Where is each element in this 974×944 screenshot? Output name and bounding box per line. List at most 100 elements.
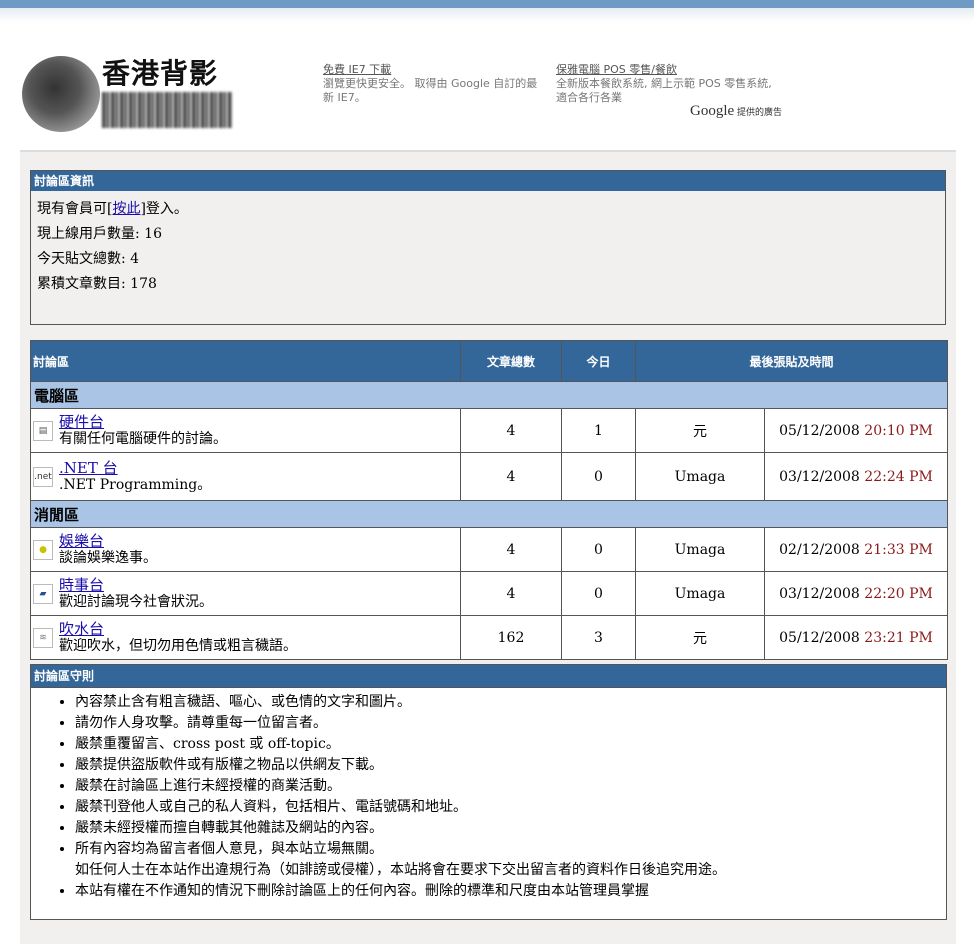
total-posts: 累積文章數目: 178 [37, 276, 157, 292]
top-bar [0, 0, 974, 8]
forum-desc: 歡迎討論現今社會狀況。 [59, 593, 213, 610]
forum-table: 討論區 文章總數 今日 最後張貼及時間 電腦區 ▤ 硬件台 有關任何電腦硬件的討論。 4… [29, 340, 949, 660]
today-posts: 今天貼文總數: 4 [37, 251, 140, 267]
forum-row: ≋ 吹水台 歡迎吹水，但切勿用色情或粗言穢語。 162 3 元 05/12/2008 23:… [30, 615, 949, 660]
rule-item: 本站有權在不作通知的情況下刪除討論區上的任何內容。刪除的標準和尺度由本站管理員掌… [75, 881, 946, 902]
last-post-date: 03/12/2008 [779, 585, 860, 602]
rule-item: 請勿作人身攻擊。請尊重每一位留言者。 [75, 713, 946, 734]
category-row: 消閒區 [29, 500, 949, 528]
rule-item: 所有內容均為留言者個人意見，與本站立場無關。如任何人士在本站作出違規行為（如誹謗… [75, 839, 946, 881]
info-body: 現有會員可[按此]登入。 現上線用戶數量: 16 今天貼文總數: 4 累積文章數… [31, 191, 945, 303]
login-link[interactable]: 按此 [112, 201, 140, 217]
ad-line: 適合各行各業 [556, 91, 622, 104]
forum-body: 電腦區 ▤ 硬件台 有關任何電腦硬件的討論。 4 1 元 05/12/2008 20:10 P… [29, 381, 949, 660]
google-tag-text: 提供的廣告 [737, 108, 783, 118]
forum-link[interactable]: 硬件台 [59, 413, 227, 431]
entertainment-icon: ● [33, 539, 53, 560]
col-posts: 文章總數 [460, 340, 562, 382]
col-today: 今日 [561, 340, 636, 382]
forum-cell: ● 娛樂台 談論娛樂逸事。 [30, 527, 461, 572]
last-poster[interactable]: Umaga [635, 452, 765, 501]
forum-info-box: 討論區資訊 現有會員可[按此]登入。 現上線用戶數量: 16 今天貼文總數: 4… [30, 170, 946, 325]
post-count: 4 [460, 571, 562, 616]
forum-row: ● 娛樂台 談論娛樂逸事。 4 0 Umaga 02/12/2008 21:33 PM [30, 527, 949, 572]
top-fade [0, 8, 974, 22]
login-line: 現有會員可[按此]登入。 [37, 197, 939, 222]
logo-scribble [102, 92, 232, 128]
last-post-time: 02/12/2008 21:33 PM [763, 527, 949, 572]
category-name: 消閒區 [29, 500, 949, 528]
ad-line: 全新版本餐飲系統, 網上示範 POS 零售系統, [556, 77, 772, 90]
forum-cell: .net .NET 台 .NET Programming。 [30, 452, 461, 501]
rule-item: 嚴禁未經授權而擅自轉載其他雜誌及網站的內容。 [75, 818, 946, 839]
dotnet-icon: .net [33, 466, 53, 487]
post-count: 4 [460, 408, 562, 453]
last-post-clock: 20:10 PM [864, 422, 933, 439]
forum-row: ▤ 硬件台 有關任何電腦硬件的討論。 4 1 元 05/12/2008 20:10 PM [30, 408, 949, 453]
today-count: 3 [561, 615, 636, 660]
last-post-clock: 22:20 PM [864, 585, 933, 602]
hardware-icon: ▤ [33, 420, 53, 441]
google-logo: Google [690, 103, 735, 119]
last-post-clock: 21:33 PM [864, 541, 933, 558]
forum-cell: ▤ 硬件台 有關任何電腦硬件的討論。 [30, 408, 461, 453]
rule-item: 內容禁止含有粗言穢語、嘔心、或色情的文字和圖片。 [75, 692, 946, 713]
post-count: 4 [460, 527, 562, 572]
forum-link[interactable]: 娛樂台 [59, 532, 157, 550]
rule-item: 嚴禁提供盜版軟件或有版權之物品以供網友下載。 [75, 755, 946, 776]
last-poster[interactable]: Umaga [635, 571, 765, 616]
forum-link[interactable]: .NET 台 [59, 459, 211, 477]
rule-text: 所有內容均為留言者個人意見，與本站立場無關。 [75, 841, 383, 857]
last-post-date: 05/12/2008 [779, 629, 860, 646]
rule-text-line2: 如任何人士在本站作出違規行為（如誹謗或侵權），本站將會在要求下交出留言者的資料作… [75, 862, 726, 878]
rule-item: 嚴禁重覆留言、cross post 或 off-topic。 [75, 734, 946, 755]
last-poster[interactable]: Umaga [635, 527, 765, 572]
last-post-date: 03/12/2008 [779, 468, 860, 485]
login-pre: 現有會員可[ [37, 201, 113, 217]
last-post-time: 03/12/2008 22:24 PM [763, 452, 949, 501]
rule-item: 嚴禁在討論區上進行未經授權的商業活動。 [75, 776, 946, 797]
forum-link[interactable]: 時事台 [59, 576, 213, 594]
today-count: 0 [561, 571, 636, 616]
forum-link[interactable]: 吹水台 [59, 620, 297, 638]
last-post-date: 02/12/2008 [779, 541, 860, 558]
forum-desc: 談論娛樂逸事。 [59, 549, 157, 566]
news-icon: ▰ [33, 583, 53, 604]
rules-list: 內容禁止含有粗言穢語、嘔心、或色情的文字和圖片。 請勿作人身攻擊。請尊重每一位留… [31, 692, 946, 902]
last-post-time: 03/12/2008 22:20 PM [763, 571, 949, 616]
ad-ie7[interactable]: 免費 IE7 下載 瀏覽更快更安全。 取得由 Google 自訂的最 新 IE7… [323, 63, 551, 105]
online-users: 現上線用戶數量: 16 [37, 226, 162, 242]
google-ads-tag[interactable]: Google 提供的廣告 [690, 103, 782, 120]
forum-desc: .NET Programming。 [59, 476, 212, 493]
post-count: 162 [460, 615, 562, 660]
rule-item: 嚴禁刊登他人或自己的私人資料，包括相片、電話號碼和地址。 [75, 797, 946, 818]
forum-cell: ≋ 吹水台 歡迎吹水，但切勿用色情或粗言穢語。 [30, 615, 461, 660]
last-post-time: 05/12/2008 23:21 PM [763, 615, 949, 660]
site-logo[interactable]: 香港背影 [22, 52, 237, 132]
last-post-time: 05/12/2008 20:10 PM [763, 408, 949, 453]
info-header: 討論區資訊 [31, 171, 945, 191]
col-last-post: 最後張貼及時間 [634, 340, 949, 382]
forum-cell: ▰ 時事台 歡迎討論現今社會狀況。 [30, 571, 461, 616]
main-panel: 討論區資訊 現有會員可[按此]登入。 現上線用戶數量: 16 今天貼文總數: 4… [20, 150, 956, 944]
today-count: 0 [561, 452, 636, 501]
ad-title[interactable]: 保雅電腦 POS 零售/餐飲 [556, 63, 788, 77]
post-count: 4 [460, 452, 562, 501]
last-poster[interactable]: 元 [635, 615, 765, 660]
logo-title: 香港背影 [102, 57, 219, 90]
last-post-clock: 22:24 PM [864, 468, 933, 485]
forum-desc: 有關任何電腦硬件的討論。 [59, 430, 227, 447]
today-count: 0 [561, 527, 636, 572]
forum-desc: 歡迎吹水，但切勿用色情或粗言穢語。 [59, 637, 297, 654]
login-post: ]登入。 [140, 201, 188, 217]
col-forum: 討論區 [30, 340, 461, 382]
ad-title[interactable]: 免費 IE7 下載 [323, 63, 551, 77]
today-count: 1 [561, 408, 636, 453]
rules-box: 討論區守則 內容禁止含有粗言穢語、嘔心、或色情的文字和圖片。 請勿作人身攻擊。請… [30, 664, 947, 920]
ad-pos[interactable]: 保雅電腦 POS 零售/餐飲 全新版本餐飲系統, 網上示範 POS 零售系統, … [556, 63, 788, 105]
logo-disc-icon [22, 56, 100, 132]
last-poster[interactable]: 元 [635, 408, 765, 453]
chat-icon: ≋ [33, 627, 53, 648]
last-post-clock: 23:21 PM [864, 629, 933, 646]
forum-row: .net .NET 台 .NET Programming。 4 0 Umaga 03/12/… [30, 452, 949, 501]
